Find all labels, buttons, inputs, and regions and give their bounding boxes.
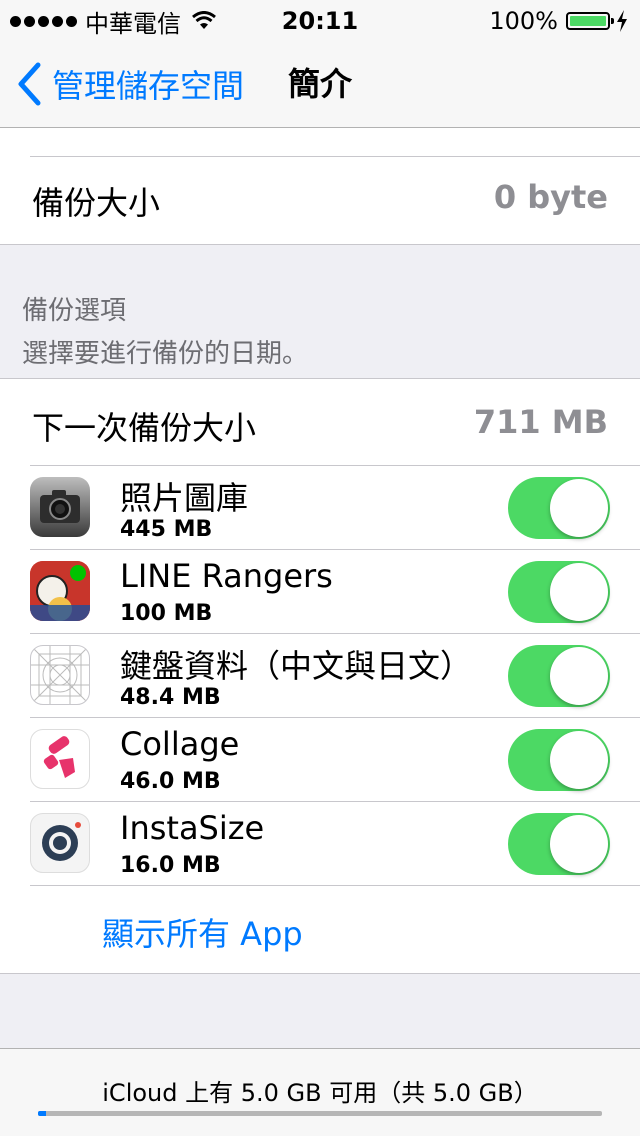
app-name: 照片圖庫 <box>120 479 249 517</box>
backup-size-value: 0 byte <box>493 178 608 216</box>
storage-summary: iCloud 上有 5.0 GB 可用（共 5.0 GB） <box>102 1079 538 1107</box>
next-backup-value: 711 MB <box>473 403 608 441</box>
section-header: 備份選項 <box>22 296 127 326</box>
app-row-collage: Collage 46.0 MB <box>0 717 640 801</box>
battery-full-icon <box>566 12 614 30</box>
section-subheader: 選擇要進行備份的日期。 <box>22 339 309 369</box>
app-size: 445 MB <box>120 517 213 542</box>
storage-footer: iCloud 上有 5.0 GB 可用（共 5.0 GB） <box>0 1048 640 1136</box>
app-name: Collage <box>120 725 240 763</box>
camera-icon <box>30 477 90 537</box>
backup-toggle-collage[interactable] <box>508 729 610 791</box>
app-name: InstaSize <box>120 809 265 847</box>
backup-toggle-line-rangers[interactable] <box>508 561 610 623</box>
backup-toggle-keyboard-data[interactable] <box>508 645 610 707</box>
storage-progress-fill <box>38 1111 47 1116</box>
clipped-row <box>30 128 640 157</box>
storage-progress-bar <box>38 1111 602 1116</box>
line-rangers-icon <box>30 561 90 621</box>
navigation-bar: 管理儲存空間 簡介 <box>0 40 640 128</box>
next-backup-row: 下一次備份大小 711 MB <box>0 379 640 465</box>
app-name: LINE Rangers <box>120 557 333 595</box>
collage-icon <box>30 729 90 789</box>
backup-size-row: 備份大小 0 byte <box>0 156 640 244</box>
app-row-line-rangers: LINE Rangers 100 MB <box>0 549 640 633</box>
app-row-keyboard-data: 鍵盤資料（中文與日文） 48.4 MB <box>0 633 640 717</box>
info-group: 備份大小 0 byte <box>0 128 640 245</box>
backup-toggle-instasize[interactable] <box>508 813 610 875</box>
app-name: 鍵盤資料（中文與日文） <box>120 647 473 685</box>
battery-percent: 100% <box>489 7 558 35</box>
status-bar: 中華電信 20:11 100% <box>0 0 640 40</box>
app-row-instasize: InstaSize 16.0 MB <box>0 801 640 885</box>
bolt-icon <box>617 10 627 32</box>
app-size: 16.0 MB <box>120 853 221 878</box>
show-all-apps-link[interactable]: 顯示所有 App <box>102 909 303 955</box>
instasize-icon <box>30 813 90 873</box>
backup-size-label: 備份大小 <box>32 184 161 222</box>
keyboard-data-icon <box>30 645 90 705</box>
next-backup-label: 下一次備份大小 <box>32 409 257 447</box>
backup-toggle-photos[interactable] <box>508 477 610 539</box>
status-right: 100% <box>489 6 628 36</box>
app-size: 48.4 MB <box>120 685 221 710</box>
app-size: 46.0 MB <box>120 769 221 794</box>
back-button-label: 管理儲存空間 <box>52 67 245 105</box>
backup-options-group: 下一次備份大小 711 MB 照片圖庫 445 MB LINE Rangers … <box>0 378 640 974</box>
page-title: 簡介 <box>288 65 353 103</box>
app-row-photos: 照片圖庫 445 MB <box>0 465 640 549</box>
separator <box>30 885 640 886</box>
back-button[interactable]: 管理儲存空間 <box>16 40 244 128</box>
app-size: 100 MB <box>120 601 213 626</box>
chevron-left-icon <box>18 62 41 106</box>
